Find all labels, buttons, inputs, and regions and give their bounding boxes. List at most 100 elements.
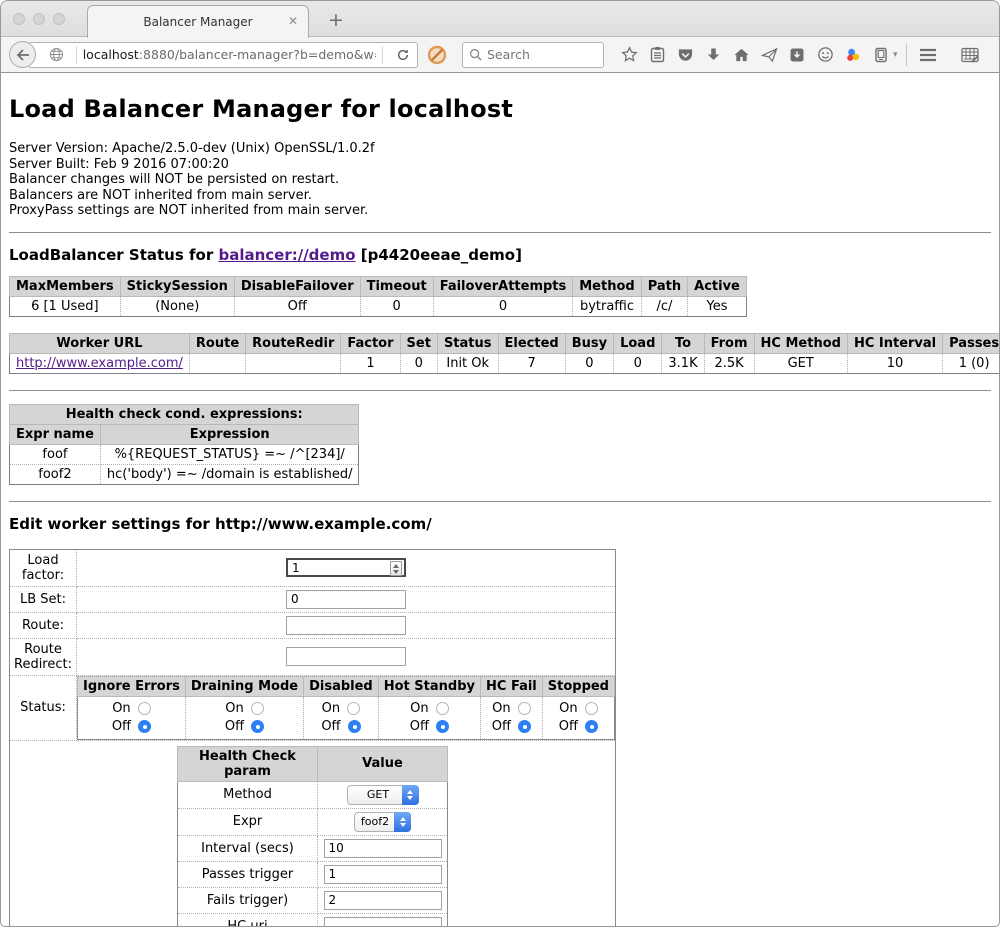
divider [9,501,991,502]
column-header: Ignore Errors [78,676,186,696]
passes-trigger-input[interactable] [324,865,442,884]
downloads-button[interactable] [700,42,726,68]
table-cell: (None) [120,296,234,316]
divider [382,46,383,64]
bookmark-star-icon [621,46,638,63]
search-bar[interactable] [462,42,604,68]
radio-disabled-off[interactable] [348,720,361,733]
container-button[interactable] [868,42,894,68]
route-input[interactable] [286,616,406,635]
keyboard-grid-button[interactable] [957,42,983,68]
table-cell: foof [10,444,101,464]
chevron-up-down-icon [402,785,419,805]
notice-proxypass: ProxyPass settings are NOT inherited fro… [9,203,991,219]
form-row-route: Route: [10,612,616,638]
zoom-window-button[interactable] [53,13,65,25]
server-built: Server Built: Feb 9 2016 07:00:20 [9,157,991,173]
column-header: Expr name [10,424,101,444]
colors-icon [845,47,862,63]
globe-icon[interactable] [49,47,64,62]
radio-ignore-errors-off[interactable] [138,720,151,733]
hc-uri-input[interactable] [324,917,442,927]
column-header: Stopped [542,676,614,696]
column-header: MaxMembers [10,276,121,296]
close-window-button[interactable] [13,13,25,25]
column-header: Timeout [360,276,433,296]
load-factor-input[interactable] [286,558,406,577]
radio-hc-fail-on[interactable] [518,702,531,715]
form-row-lb-set: LB Set: [10,586,616,612]
reload-button[interactable] [389,48,417,62]
radio-draining-mode-on[interactable] [251,702,264,715]
number-stepper-icon[interactable] [390,561,402,576]
interval-input[interactable] [324,839,442,858]
field-label: Passes trigger [178,861,318,887]
navigation-toolbar: localhost:8880/balancer-manager?b=demo&w… [1,37,999,73]
minimize-window-button[interactable] [33,13,45,25]
url-bar[interactable]: localhost:8880/balancer-manager?b=demo&w… [28,42,418,68]
route-redirect-input[interactable] [286,647,406,666]
radio-hot-standby-off[interactable] [436,720,449,733]
table-row: Fails trigger) [178,887,448,913]
column-header: Busy [565,333,613,353]
addon-button[interactable] [784,42,810,68]
radio-disabled-on[interactable] [347,702,360,715]
reading-list-button[interactable] [644,42,670,68]
worker-table: Worker URL Route RouteRedir Factor Set S… [9,333,1000,374]
dropdown-chevron-icon[interactable]: ▾ [893,50,898,60]
column-header: Draining Mode [185,676,303,696]
radio-label: Off [321,718,340,736]
field-label: Load factor: [10,549,77,586]
lb-set-input[interactable] [286,590,406,609]
search-icon [469,48,482,61]
radio-hc-fail-off[interactable] [518,720,531,733]
browser-tab[interactable]: Balancer Manager ✕ [87,5,309,38]
back-button[interactable] [9,41,36,68]
bookmark-star-button[interactable] [616,42,642,68]
radio-draining-mode-off[interactable] [251,720,264,733]
table-header-row: Health check cond. expressions: [10,404,359,424]
radio-stopped-off[interactable] [585,720,598,733]
table-cell: 7 [498,353,565,373]
form-row-route-redirect: Route Redirect: [10,638,616,675]
chevron-up-down-icon [394,812,411,832]
fails-trigger-input[interactable] [324,891,442,910]
column-header: Method [573,276,641,296]
health-check-table: Health Check param Value Method GET [177,746,448,927]
table-header-row: Expr name Expression [10,424,359,444]
column-header: Value [318,746,448,781]
colors-button[interactable] [840,42,866,68]
keyboard-grid-icon [961,47,979,63]
send-tab-button[interactable] [756,42,782,68]
table-cell: 6 [1 Used] [10,296,121,316]
table-header-row: Worker URL Route RouteRedir Factor Set S… [10,333,1000,353]
table-row: foof %{REQUEST_STATUS} =~ /^[234]/ [10,444,359,464]
worker-url-link[interactable]: http://www.example.com/ [16,356,183,371]
window-controls [13,13,65,25]
table-cell: 1 (0) [943,353,1000,373]
status-table: Ignore Errors Draining Mode Disabled Hot… [77,676,615,740]
balancer-link[interactable]: balancer://demo [218,246,355,264]
chat-button[interactable] [812,42,838,68]
url-text[interactable]: localhost:8880/balancer-manager?b=demo&w… [83,47,377,62]
hc-expressions-title: Health check cond. expressions: [10,404,359,424]
pocket-button[interactable] [672,42,698,68]
divider [906,44,907,66]
new-tab-button[interactable]: + [323,7,349,33]
block-button[interactable] [424,42,450,68]
table-cell: 3.1K [662,353,704,373]
table-cell: Init Ok [437,353,498,373]
home-button[interactable] [728,42,754,68]
table-row: foof2 hc('body') =~ /domain is establish… [10,464,359,484]
radio-hot-standby-on[interactable] [436,702,449,715]
table-header-row: MaxMembers StickySession DisableFailover… [10,276,747,296]
radio-ignore-errors-on[interactable] [138,702,151,715]
menu-button[interactable] [915,42,941,68]
method-select[interactable]: GET [347,785,419,805]
expr-select[interactable]: foof2 [354,812,411,832]
search-input[interactable] [487,47,587,62]
radio-stopped-on[interactable] [585,702,598,715]
form-row-load-factor: Load factor: [10,549,616,586]
tab-close-icon[interactable]: ✕ [288,14,298,28]
block-icon [427,45,447,65]
